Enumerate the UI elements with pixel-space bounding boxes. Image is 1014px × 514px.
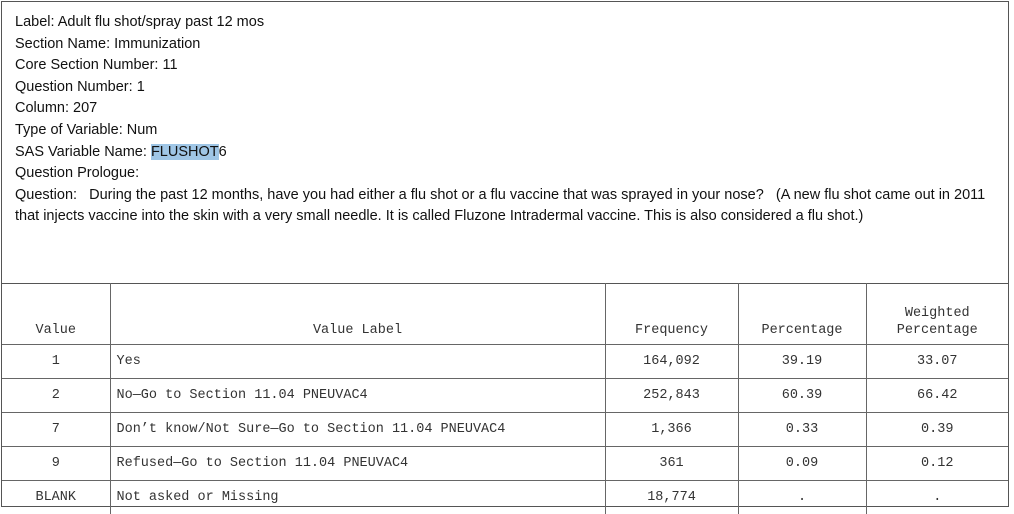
cell-label: Not asked or Missing (110, 481, 605, 514)
cell-value: 2 (2, 379, 110, 413)
cell-weighted: 66.42 (866, 379, 1008, 413)
sas-variable-name-line: SAS Variable Name: FLUSHOT6 (15, 142, 1000, 164)
cell-weighted: 0.39 (866, 413, 1008, 447)
cell-weighted: . (866, 481, 1008, 514)
label-line: Label: Adult flu shot/spray past 12 mos (15, 12, 1000, 34)
question-prologue-line: Question Prologue: (15, 163, 1000, 185)
cell-frequency: 1,366 (605, 413, 738, 447)
table-row: 1 Yes 164,092 39.19 33.07 (2, 345, 1008, 379)
table-row: 7 Don’t know/Not Sure—Go to Section 11.0… (2, 413, 1008, 447)
cell-percentage: 60.39 (738, 379, 866, 413)
sas-variable-suffix: 6 (219, 144, 227, 160)
table-row: 9 Refused—Go to Section 11.04 PNEUVAC4 3… (2, 447, 1008, 481)
question-number-line: Question Number: 1 (15, 77, 1000, 99)
cell-label: Yes (110, 345, 605, 379)
header-frequency: Frequency (605, 284, 738, 345)
variable-header: Label: Adult flu shot/spray past 12 mos … (15, 12, 1000, 228)
cell-weighted: 33.07 (866, 345, 1008, 379)
cell-value: 9 (2, 447, 110, 481)
cell-frequency: 164,092 (605, 345, 738, 379)
frequency-table: Value Value Label Frequency Percentage W… (2, 283, 1008, 514)
cell-value: 7 (2, 413, 110, 447)
sas-variable-prefix: SAS Variable Name: (15, 144, 151, 160)
cell-frequency: 252,843 (605, 379, 738, 413)
cell-label: No—Go to Section 11.04 PNEUVAC4 (110, 379, 605, 413)
header-percentage: Percentage (738, 284, 866, 345)
cell-label: Don’t know/Not Sure—Go to Section 11.04 … (110, 413, 605, 447)
cell-weighted: 0.12 (866, 447, 1008, 481)
table-row: BLANK Not asked or Missing 18,774 . . (2, 481, 1008, 514)
header-value: Value (2, 284, 110, 345)
column-line: Column: 207 (15, 98, 1000, 120)
sas-variable-highlight: FLUSHOT (151, 144, 219, 160)
section-name-line: Section Name: Immunization (15, 34, 1000, 56)
cell-value: 1 (2, 345, 110, 379)
cell-percentage: 39.19 (738, 345, 866, 379)
header-weighted-line2: Percentage (897, 323, 978, 338)
cell-frequency: 18,774 (605, 481, 738, 514)
question-text: Question: During the past 12 months, hav… (15, 185, 1000, 228)
table-row: 2 No—Go to Section 11.04 PNEUVAC4 252,84… (2, 379, 1008, 413)
type-of-variable-line: Type of Variable: Num (15, 120, 1000, 142)
header-weighted-percentage: Weighted Percentage (866, 284, 1008, 345)
cell-percentage: . (738, 481, 866, 514)
cell-percentage: 0.33 (738, 413, 866, 447)
table-header-row: Value Value Label Frequency Percentage W… (2, 284, 1008, 345)
header-value-label: Value Label (110, 284, 605, 345)
cell-percentage: 0.09 (738, 447, 866, 481)
cell-frequency: 361 (605, 447, 738, 481)
cell-value: BLANK (2, 481, 110, 514)
cell-label: Refused—Go to Section 11.04 PNEUVAC4 (110, 447, 605, 481)
header-weighted-line1: Weighted (905, 306, 970, 321)
codebook-entry: Label: Adult flu shot/spray past 12 mos … (1, 1, 1009, 507)
core-section-number-line: Core Section Number: 11 (15, 55, 1000, 77)
